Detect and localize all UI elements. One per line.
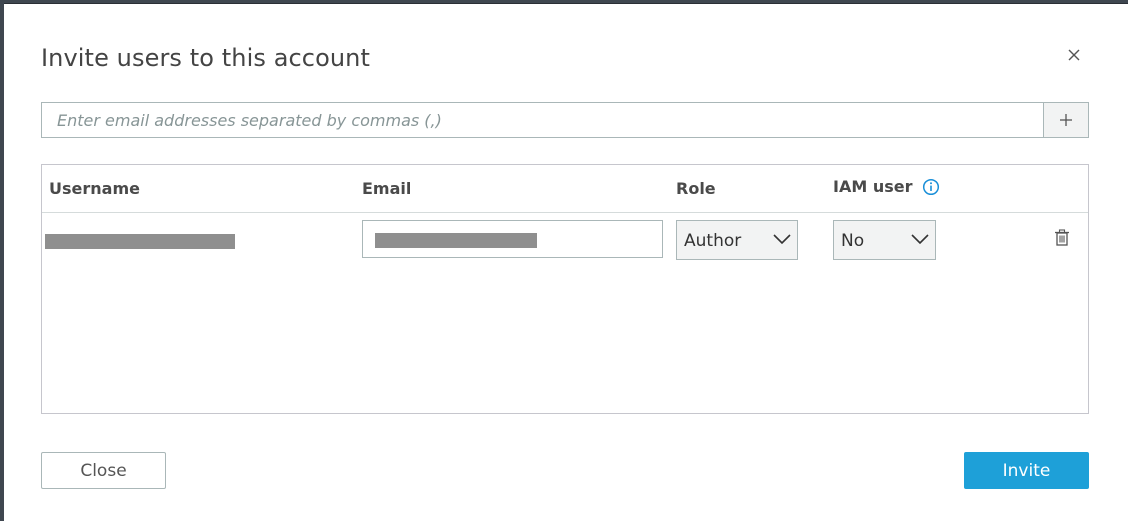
role-select[interactable]: Author: [676, 220, 798, 260]
info-icon[interactable]: [922, 178, 940, 196]
email-addresses-input[interactable]: [41, 102, 1043, 138]
iam-user-value: No: [841, 231, 865, 251]
add-email-button[interactable]: [1043, 102, 1089, 138]
chevron-down-icon: [911, 234, 929, 245]
invite-users-dialog: Invite users to this account Username Em…: [4, 3, 1128, 521]
email-field[interactable]: [362, 220, 663, 258]
invite-button[interactable]: Invite: [964, 452, 1089, 489]
column-header-iam-user: IAM user: [833, 177, 913, 196]
users-table: Username Email Role IAM user Author No: [41, 164, 1089, 414]
column-header-role: Role: [676, 179, 716, 198]
column-header-email: Email: [362, 179, 412, 198]
iam-user-select[interactable]: No: [833, 220, 936, 260]
dialog-title: Invite users to this account: [41, 44, 371, 72]
plus-icon: [1060, 114, 1072, 126]
table-header: Username Email Role IAM user: [42, 165, 1088, 213]
trash-icon[interactable]: [1054, 229, 1070, 247]
email-redacted: [375, 233, 537, 248]
role-value: Author: [684, 231, 742, 251]
close-icon[interactable]: [1065, 46, 1083, 64]
chevron-down-icon: [773, 234, 791, 245]
close-button[interactable]: Close: [41, 452, 166, 489]
column-header-username: Username: [49, 179, 140, 198]
username-redacted: [45, 234, 235, 249]
